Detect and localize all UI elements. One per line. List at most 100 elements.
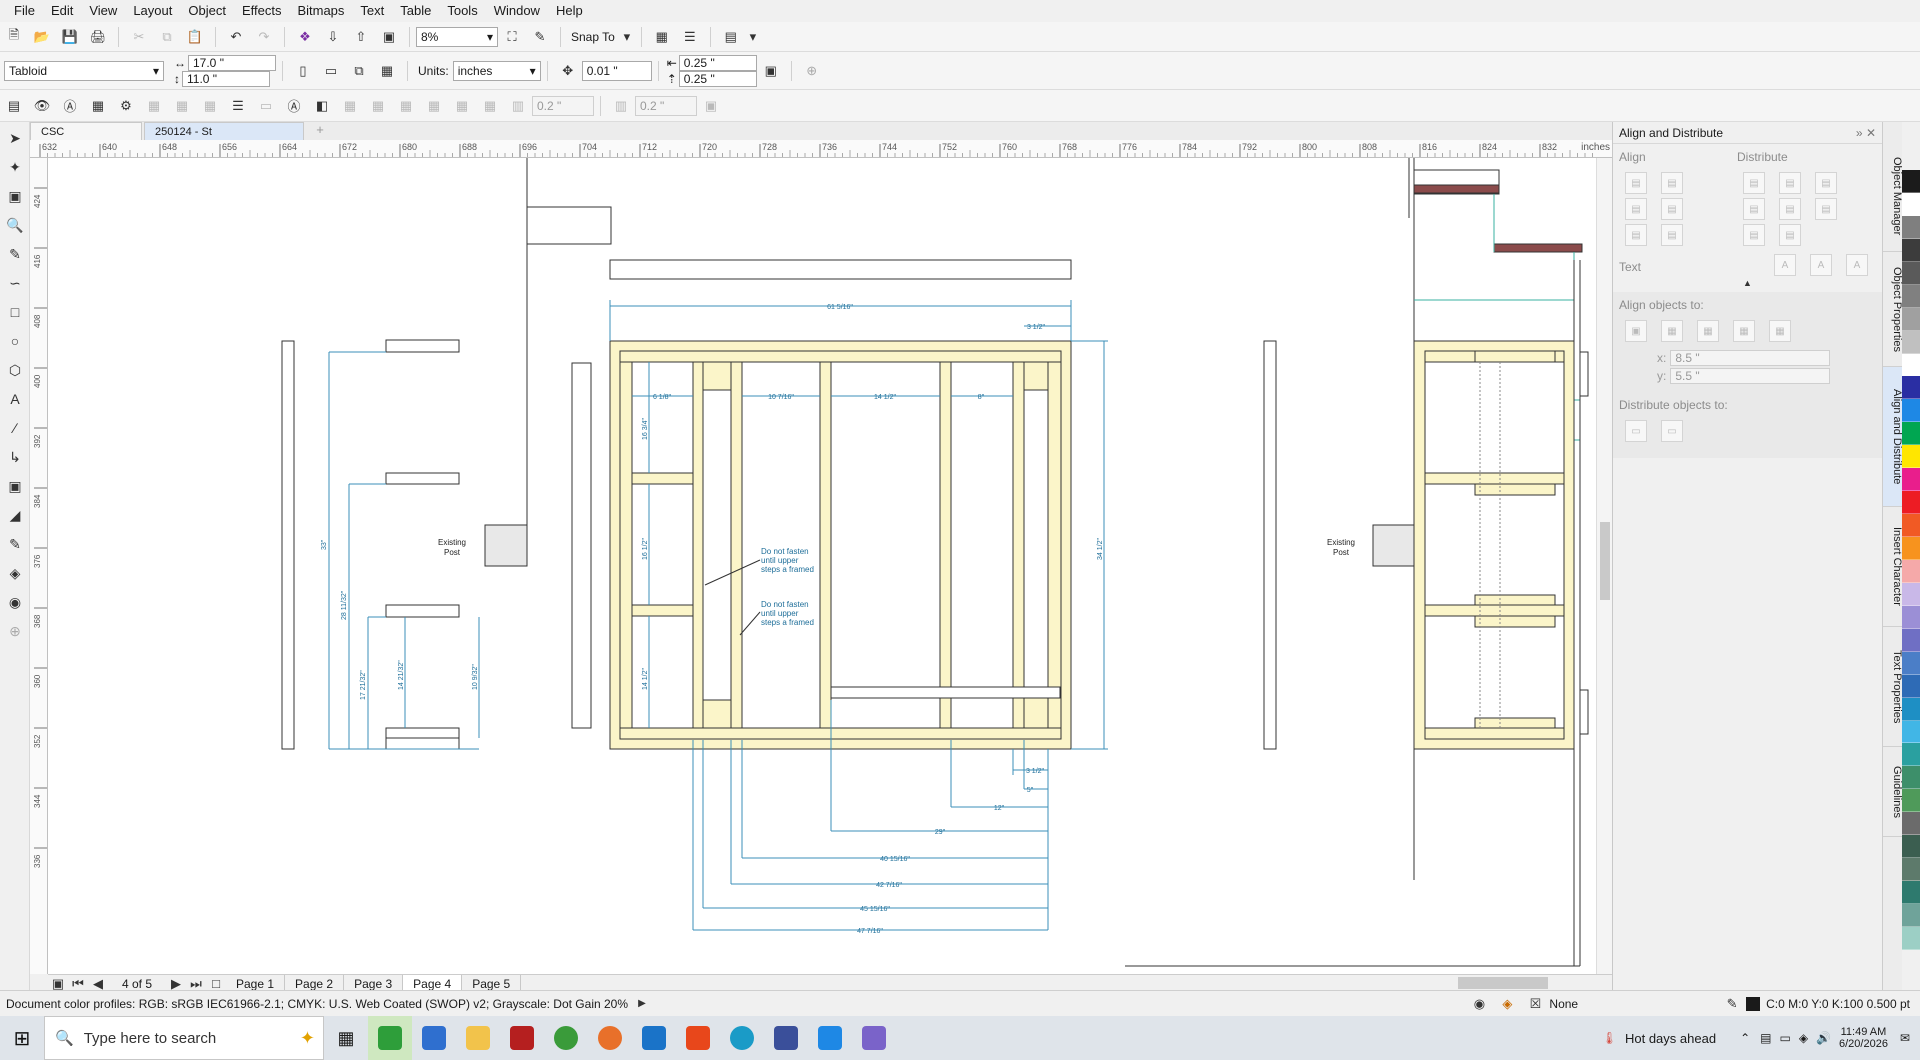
menu-file[interactable]: File [6, 0, 43, 22]
distribute-left-icon[interactable]: ▤ [1743, 172, 1765, 194]
color-swatch[interactable] [1902, 422, 1920, 446]
distribute-spacing-icon[interactable]: ▤ [1743, 198, 1765, 220]
y-position-field[interactable]: 5.5 " [1670, 368, 1831, 384]
vertical-scrollbar[interactable] [1596, 158, 1612, 974]
weather-text[interactable]: Hot days ahead [1625, 1031, 1716, 1046]
show-rulers-icon[interactable]: ✎ [529, 26, 551, 48]
menu-bitmaps[interactable]: Bitmaps [289, 0, 352, 22]
align-guides-icon[interactable]: ☰ [679, 26, 701, 48]
distribute-icon[interactable]: ☰ [227, 95, 249, 117]
corner-icon[interactable]: ▥ [610, 95, 632, 117]
align-top-icon[interactable]: ▤ [1661, 198, 1683, 220]
active-objects-icon[interactable]: ▣ [1625, 320, 1647, 342]
undo-icon[interactable]: ↶ [225, 26, 247, 48]
scroll-thumb[interactable] [1600, 522, 1610, 600]
text-first-line-icon[interactable]: A [1774, 254, 1796, 276]
menu-tools[interactable]: Tools [439, 0, 485, 22]
color-swatch[interactable] [1902, 904, 1920, 927]
trim-icon[interactable]: ▦ [339, 95, 361, 117]
export-icon[interactable]: ⇧ [350, 26, 372, 48]
options-icon[interactable]: ▦ [651, 26, 673, 48]
outline-pen-icon[interactable]: ✎ [1721, 993, 1743, 1015]
app-corel-icon[interactable] [368, 1016, 412, 1060]
page-edge-icon[interactable]: ▦ [1697, 320, 1719, 342]
menu-view[interactable]: View [81, 0, 125, 22]
all-pages-icon[interactable]: ⧉ [348, 60, 370, 82]
paste-icon[interactable]: 📋 [184, 26, 206, 48]
x-position-field[interactable]: 8.5 " [1670, 350, 1831, 366]
color-swatch[interactable] [1902, 514, 1920, 537]
color-swatch[interactable] [1902, 789, 1920, 813]
smart-fill-tool-icon[interactable]: ◉ [2, 589, 28, 615]
new-tab-icon[interactable]: + [309, 118, 331, 140]
task-view-icon[interactable]: ▦ [324, 1016, 368, 1060]
chevron-down-icon[interactable]: ▾ [622, 26, 632, 48]
landscape-icon[interactable]: ▭ [320, 60, 342, 82]
text-bounding-box-icon[interactable]: A [1846, 254, 1868, 276]
fill-icon[interactable]: ◈ [1496, 993, 1518, 1015]
save-icon[interactable]: 💾 [59, 26, 81, 48]
app-hat-icon[interactable] [764, 1016, 808, 1060]
menu-table[interactable]: Table [392, 0, 439, 22]
redo-icon[interactable]: ↷ [253, 26, 275, 48]
front-minus-back-icon[interactable]: ▦ [423, 95, 445, 117]
target-icon[interactable]: ◉ [1468, 993, 1490, 1015]
intersect-icon[interactable]: ▦ [367, 95, 389, 117]
curve-tool-icon[interactable]: ∽ [2, 270, 28, 296]
add-circle-icon[interactable]: ⊕ [801, 60, 823, 82]
text-last-line-icon[interactable]: A [1810, 254, 1832, 276]
color-swatch[interactable] [1902, 651, 1920, 675]
color-swatch[interactable] [1902, 605, 1920, 629]
color-swatch[interactable] [1902, 720, 1920, 744]
pick-tool-icon[interactable]: ➤ [2, 125, 28, 151]
align-center-v-icon[interactable]: ▤ [1625, 224, 1647, 246]
publish-pdf-icon[interactable]: ▣ [378, 26, 400, 48]
color-swatch[interactable] [1902, 170, 1920, 193]
chevron-up-icon[interactable]: ⌃ [1740, 1031, 1750, 1045]
color-swatch[interactable] [1902, 835, 1920, 859]
page-width-field[interactable]: 17.0 " [188, 54, 276, 71]
align-left-icon[interactable]: ▤ [1625, 172, 1647, 194]
color-swatch[interactable] [1902, 192, 1920, 216]
menu-object[interactable]: Object [180, 0, 234, 22]
network-icon[interactable]: ▤ [1760, 1031, 1771, 1045]
simplify-icon[interactable]: ▦ [395, 95, 417, 117]
search-content-icon[interactable]: ❖ [294, 26, 316, 48]
layout-icon[interactable]: ▤ [3, 95, 25, 117]
nudge-distance-field[interactable]: 0.01 " [581, 60, 652, 81]
combine-icon[interactable]: ▦ [143, 95, 165, 117]
play-icon[interactable]: ▶ [631, 993, 653, 1015]
ellipse-tool-icon[interactable]: ○ [2, 328, 28, 354]
color-swatch[interactable] [1902, 743, 1920, 767]
settings-icon[interactable]: ⚙ [115, 95, 137, 117]
fill-tool-icon[interactable]: ◈ [2, 560, 28, 586]
distribute-top-icon[interactable]: ▤ [1779, 198, 1801, 220]
align-center-h-icon[interactable]: ▤ [1661, 172, 1683, 194]
volume-icon[interactable]: 🔊 [1816, 1031, 1831, 1045]
lock-ratio-icon[interactable]: ▣ [700, 95, 722, 117]
page-size-select[interactable]: Tabloid ▾ [4, 60, 164, 81]
color-swatch[interactable] [1902, 215, 1920, 239]
crop-tool-icon[interactable]: ▣ [2, 183, 28, 209]
distribute-middle-icon[interactable]: ▤ [1815, 198, 1837, 220]
dimension-tool-icon[interactable]: ∕ [2, 415, 28, 441]
app-store-icon[interactable] [412, 1016, 456, 1060]
selection-edge-icon[interactable]: ▦ [1661, 320, 1683, 342]
distribute-bottom-icon[interactable]: ▤ [1743, 224, 1765, 246]
menu-edit[interactable]: Edit [43, 0, 81, 22]
corner-radius-field-2[interactable]: 0.2 " [635, 95, 697, 116]
color-swatch[interactable] [1902, 858, 1920, 882]
menu-help[interactable]: Help [548, 0, 591, 22]
new-document-icon[interactable]: 🗎 [3, 26, 25, 48]
portrait-icon[interactable]: ▯ [292, 60, 314, 82]
tab-object-manager[interactable]: Object Manager [1883, 142, 1903, 252]
color-swatch[interactable] [1902, 628, 1920, 652]
break-icon[interactable]: ▦ [171, 95, 193, 117]
distribute-selection-icon[interactable]: ▭ [1625, 420, 1647, 442]
horizontal-ruler[interactable]: 632 640 648 656 664 672 680 688 696 704 712 720 728 7… [30, 140, 1612, 158]
units-select[interactable]: inches ▾ [452, 60, 541, 81]
tab-250124[interactable]: 250124 - St [144, 122, 304, 140]
wifi-icon[interactable]: ◈ [1799, 1031, 1808, 1045]
taskbar-search[interactable]: 🔍 Type here to search ✦ [44, 1016, 324, 1060]
color-swatch[interactable] [1902, 261, 1920, 285]
